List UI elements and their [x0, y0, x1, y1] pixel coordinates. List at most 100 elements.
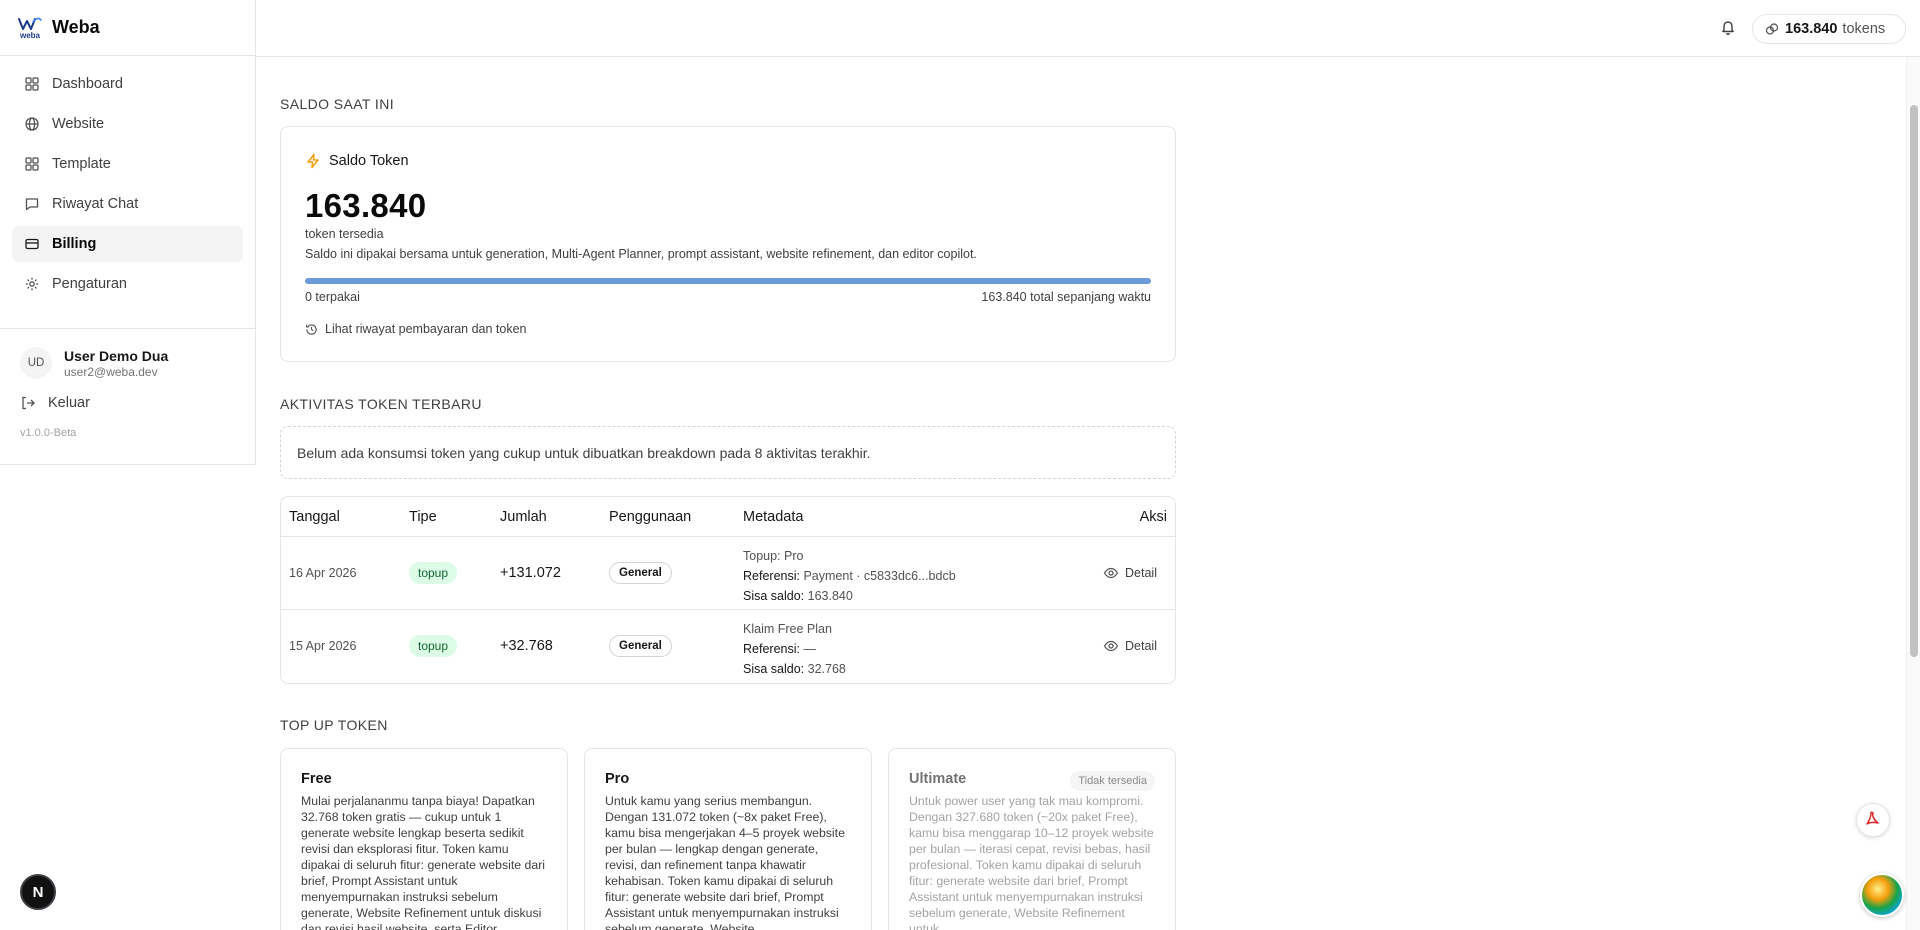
brand[interactable]: weba Weba: [0, 0, 255, 56]
row-metadata: Topup: Pro Referensi: Payment · c5833dc6…: [743, 546, 956, 606]
plan-description: Untuk kamu yang serius membangun. Dengan…: [605, 794, 845, 930]
meta-balance-value: 163.840: [807, 589, 853, 603]
history-link-label: Lihat riwayat pembayaran dan token: [325, 322, 527, 336]
sidebar-item-pengaturan[interactable]: Pengaturan: [12, 266, 243, 302]
brand-name: Weba: [52, 17, 100, 37]
meta-title: Klaim Free Plan: [743, 622, 832, 636]
sidebar-item-label: Pengaturan: [52, 276, 127, 292]
tokens-total-label: 163.840 total sepanjang waktu: [981, 290, 1151, 304]
section-title-topup: TOP UP TOKEN: [280, 717, 388, 733]
logout-icon: [22, 396, 35, 410]
credit-card-icon: [24, 236, 40, 252]
user-block: UD User Demo Dua user2@weba.dev Keluar v…: [0, 328, 255, 439]
eye-icon: [1103, 567, 1119, 579]
column-header: Tipe: [409, 509, 437, 525]
usage-badge: General: [609, 562, 672, 584]
logo-text: weba: [19, 30, 40, 40]
pdf-icon[interactable]: [1856, 803, 1890, 837]
eye-icon: [1103, 640, 1119, 652]
user-profile[interactable]: UD User Demo Dua user2@weba.dev: [20, 347, 235, 379]
column-header: Metadata: [743, 509, 804, 525]
row-date: 15 Apr 2026: [289, 639, 357, 653]
token-balance-pill[interactable]: 163.840 tokens: [1752, 14, 1906, 44]
plan-title: Pro: [605, 771, 630, 787]
sidebar-item-template[interactable]: Template: [12, 146, 243, 182]
detail-button[interactable]: Detail: [1103, 565, 1157, 581]
table-row: 15 Apr 2026 topup +32.768 General Klaim …: [281, 610, 1175, 683]
plan-description: Mulai perjalananmu tanpa biaya! Dapatkan…: [301, 794, 546, 930]
table-row: 16 Apr 2026 topup +131.072 General Topup…: [281, 537, 1175, 610]
saldo-card: Saldo Token 163.840 token tersedia Saldo…: [280, 126, 1176, 362]
empty-activity-message: Belum ada konsumsi token yang cukup untu…: [280, 426, 1176, 479]
globe-icon: [24, 116, 40, 132]
row-date: 16 Apr 2026: [289, 566, 357, 580]
notification-bell-icon[interactable]: [1719, 18, 1737, 36]
meta-ref-value: Payment · c5833dc6...bdcb: [803, 569, 956, 583]
sidebar-nav: Dashboard Website Template Riwayat Chat …: [0, 56, 255, 302]
sidebar-item-billing[interactable]: Billing: [12, 226, 243, 262]
type-badge: topup: [409, 562, 458, 584]
meta-balance-label: Sisa saldo:: [743, 662, 805, 676]
row-amount: +131.072: [500, 565, 561, 581]
chat-icon: [24, 196, 40, 212]
logout-label: Keluar: [48, 395, 90, 411]
scrollbar-thumb[interactable]: [1910, 105, 1918, 657]
sidebar-item-riwayat-chat[interactable]: Riwayat Chat: [12, 186, 243, 222]
logout-button[interactable]: Keluar: [20, 395, 235, 411]
meta-balance-label: Sisa saldo:: [743, 589, 805, 603]
column-header: Aksi: [1139, 509, 1167, 525]
sidebar-item-label: Template: [52, 156, 111, 172]
saldo-card-header: Saldo Token: [305, 153, 409, 169]
sidebar-item-label: Riwayat Chat: [52, 196, 139, 212]
token-unit: tokens: [1842, 21, 1886, 37]
lightning-icon: [307, 153, 319, 169]
gear-icon: [24, 276, 40, 292]
sidebar-item-website[interactable]: Website: [12, 106, 243, 142]
token-count: 163.840: [1785, 21, 1838, 37]
user-email: user2@weba.dev: [64, 364, 158, 379]
meta-balance-value: 32.768: [807, 662, 846, 676]
assistant-avatar-icon[interactable]: [1860, 873, 1904, 917]
saldo-progress-fill: [305, 278, 1151, 284]
avatar: UD: [20, 347, 52, 379]
plan-card-free[interactable]: Free Mulai perjalananmu tanpa biaya! Dap…: [280, 748, 568, 930]
meta-ref-value: —: [803, 642, 816, 656]
activity-table: Tanggal Tipe Jumlah Penggunaan Metadata …: [280, 496, 1176, 684]
row-amount: +32.768: [500, 638, 553, 654]
dashboard-icon: [24, 76, 40, 92]
token-coin-icon: [1765, 23, 1779, 35]
saldo-card-title: Saldo Token: [329, 153, 409, 169]
saldo-description: Saldo ini dipakai bersama untuk generati…: [305, 247, 977, 261]
detail-label: Detail: [1125, 639, 1157, 653]
saldo-progress-bar: [305, 278, 1151, 284]
history-icon: [306, 323, 317, 335]
meta-ref-label: Referensi:: [743, 642, 800, 656]
column-header: Jumlah: [500, 509, 547, 525]
sidebar-item-dashboard[interactable]: Dashboard: [12, 66, 243, 102]
plan-title: Free: [301, 771, 332, 787]
weba-logo-icon: weba: [18, 15, 42, 41]
detail-button[interactable]: Detail: [1103, 638, 1157, 654]
history-link[interactable]: Lihat riwayat pembayaran dan token: [305, 322, 527, 336]
user-name: User Demo Dua: [64, 347, 169, 364]
row-metadata: Klaim Free Plan Referensi: — Sisa saldo:…: [743, 619, 846, 679]
usage-badge: General: [609, 635, 672, 657]
top-header: [256, 0, 1920, 57]
type-badge: topup: [409, 635, 458, 657]
plan-description: Untuk power user yang tak mau kompromi. …: [909, 794, 1154, 930]
plan-card-pro[interactable]: Pro Untuk kamu yang serius membangun. De…: [584, 748, 872, 930]
plan-card-ultimate: Tidak tersedia Ultimate Untuk power user…: [888, 748, 1176, 930]
sidebar-item-label: Dashboard: [52, 76, 123, 92]
column-header: Penggunaan: [609, 509, 692, 525]
template-grid-icon: [24, 156, 40, 172]
detail-label: Detail: [1125, 566, 1157, 580]
meta-ref-label: Referensi:: [743, 569, 800, 583]
scrollbar[interactable]: [1906, 57, 1920, 930]
sidebar-item-label: Website: [52, 116, 105, 132]
version-label: v1.0.0-Beta: [20, 427, 77, 439]
column-header: Tanggal: [289, 509, 340, 525]
table-header: Tanggal Tipe Jumlah Penggunaan Metadata …: [281, 497, 1175, 537]
meta-title: Topup: Pro: [743, 549, 804, 563]
dev-tools-button[interactable]: N: [20, 874, 56, 910]
unavailable-badge: Tidak tersedia: [1070, 771, 1155, 791]
